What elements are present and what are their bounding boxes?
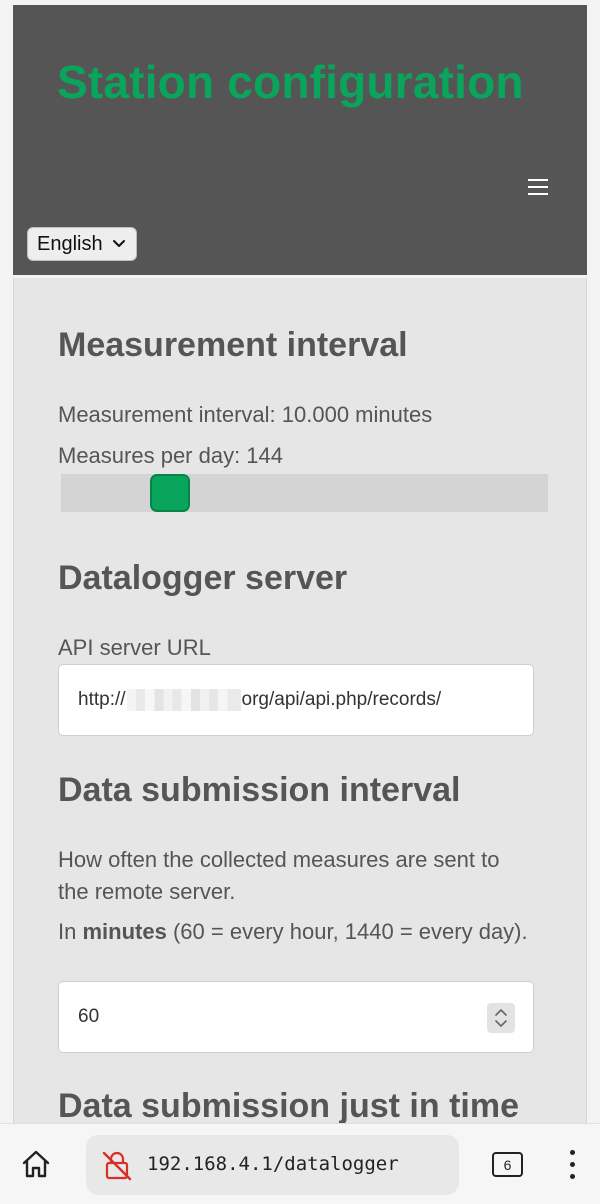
- api-url-suffix: org/api/api.php/records/: [241, 689, 442, 710]
- language-select[interactable]: English: [27, 227, 137, 261]
- api-url-prefix: http://: [78, 689, 126, 710]
- address-bar[interactable]: 192.168.4.1/datalogger: [86, 1135, 459, 1195]
- tab-count-button[interactable]: 6: [492, 1152, 523, 1177]
- home-icon[interactable]: [20, 1148, 52, 1180]
- more-vertical-icon[interactable]: [566, 1148, 580, 1182]
- submission-interval-value: 60: [78, 1006, 100, 1027]
- language-select-value: English: [37, 232, 103, 255]
- browser-toolbar: 192.168.4.1/datalogger 6: [0, 1123, 600, 1204]
- page-header: Station configuration English: [13, 5, 587, 275]
- configuration-panel: Measurement interval Measurement interva…: [13, 278, 587, 1138]
- data-submission-just-in-time-heading: Data submission just in time: [58, 1087, 519, 1125]
- number-spinner-icon[interactable]: [487, 1003, 515, 1033]
- measurement-interval-slider[interactable]: [61, 474, 548, 512]
- unit-note-prefix: In: [58, 919, 77, 944]
- chevron-down-icon: [113, 240, 125, 247]
- api-server-url-input[interactable]: http:// org/api/api.php/records/: [58, 664, 534, 736]
- submission-interval-input[interactable]: 60: [58, 981, 534, 1053]
- data-submission-interval-heading: Data submission interval: [58, 771, 461, 809]
- not-secure-icon[interactable]: [101, 1149, 133, 1181]
- api-server-url-label: API server URL: [58, 635, 211, 660]
- measures-per-day-value: Measures per day: 144: [58, 443, 284, 468]
- page: Station configuration English Measuremen…: [0, 0, 600, 1204]
- measurement-interval-heading: Measurement interval: [58, 326, 408, 364]
- measurement-interval-value: Measurement interval: 10.000 minutes: [58, 402, 433, 427]
- tab-count: 6: [503, 1156, 512, 1173]
- hamburger-menu-icon[interactable]: [526, 175, 550, 199]
- unit-note-bold: minutes: [82, 919, 167, 944]
- slider-thumb[interactable]: [150, 474, 190, 512]
- submission-description: How often the collected measures are sen…: [58, 847, 500, 904]
- submission-unit-note: In minutes (60 = every hour, 1440 = ever…: [58, 916, 534, 948]
- page-title: Station configuration: [57, 56, 524, 108]
- datalogger-server-heading: Datalogger server: [58, 559, 348, 597]
- address-url: 192.168.4.1/datalogger: [147, 1153, 399, 1175]
- redacted-hostname: [126, 689, 241, 711]
- unit-note-suffix: (60 = every hour, 1440 = every day).: [172, 919, 528, 944]
